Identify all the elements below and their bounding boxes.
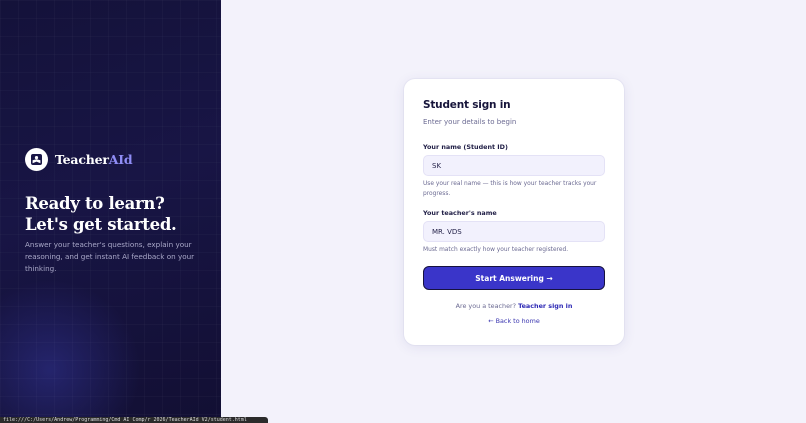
name-field-help: Use your real name — this is how your te… bbox=[423, 181, 597, 197]
name-field-label: Your name (Student ID) bbox=[423, 143, 508, 151]
hero-headline-line2: Let's get started. bbox=[25, 215, 177, 234]
page-subtitle: Enter your details to begin bbox=[423, 118, 517, 126]
name-input[interactable] bbox=[423, 155, 605, 176]
hero-panel: TeacherAId Ready to learn? Let's get sta… bbox=[0, 0, 221, 423]
status-bar-url: file:///C:/Users/Andrew/Programming/Cmd … bbox=[0, 417, 268, 423]
brand-name: TeacherAId bbox=[55, 152, 133, 167]
brand: TeacherAId bbox=[25, 148, 133, 171]
reading-book-icon bbox=[25, 148, 48, 171]
teacher-field-label: Your teacher's name bbox=[423, 209, 497, 217]
hero-description: Answer your teacher's questions, explain… bbox=[25, 240, 195, 273]
teacher-name-input[interactable] bbox=[423, 221, 605, 242]
page-title: Student sign in bbox=[423, 99, 511, 111]
teacher-field-help: Must match exactly how your teacher regi… bbox=[423, 247, 569, 253]
back-to-home-link[interactable]: ← Back to home bbox=[404, 317, 624, 325]
brand-name-main: Teacher bbox=[55, 152, 109, 167]
teacher-sign-in-link[interactable]: Teacher sign in bbox=[518, 302, 572, 310]
sign-in-card: Student sign in Enter your details to be… bbox=[404, 79, 624, 345]
teacher-prompt: Are you a teacher? bbox=[455, 302, 517, 310]
hero-headline-line1: Ready to learn? bbox=[25, 194, 165, 213]
start-answering-button[interactable]: Start Answering → bbox=[423, 266, 605, 290]
brand-name-accent: AId bbox=[108, 152, 133, 167]
hero-headline: Ready to learn? Let's get started. bbox=[25, 193, 215, 235]
teacher-signin-row: Are you a teacher? Teacher sign in bbox=[404, 302, 624, 310]
